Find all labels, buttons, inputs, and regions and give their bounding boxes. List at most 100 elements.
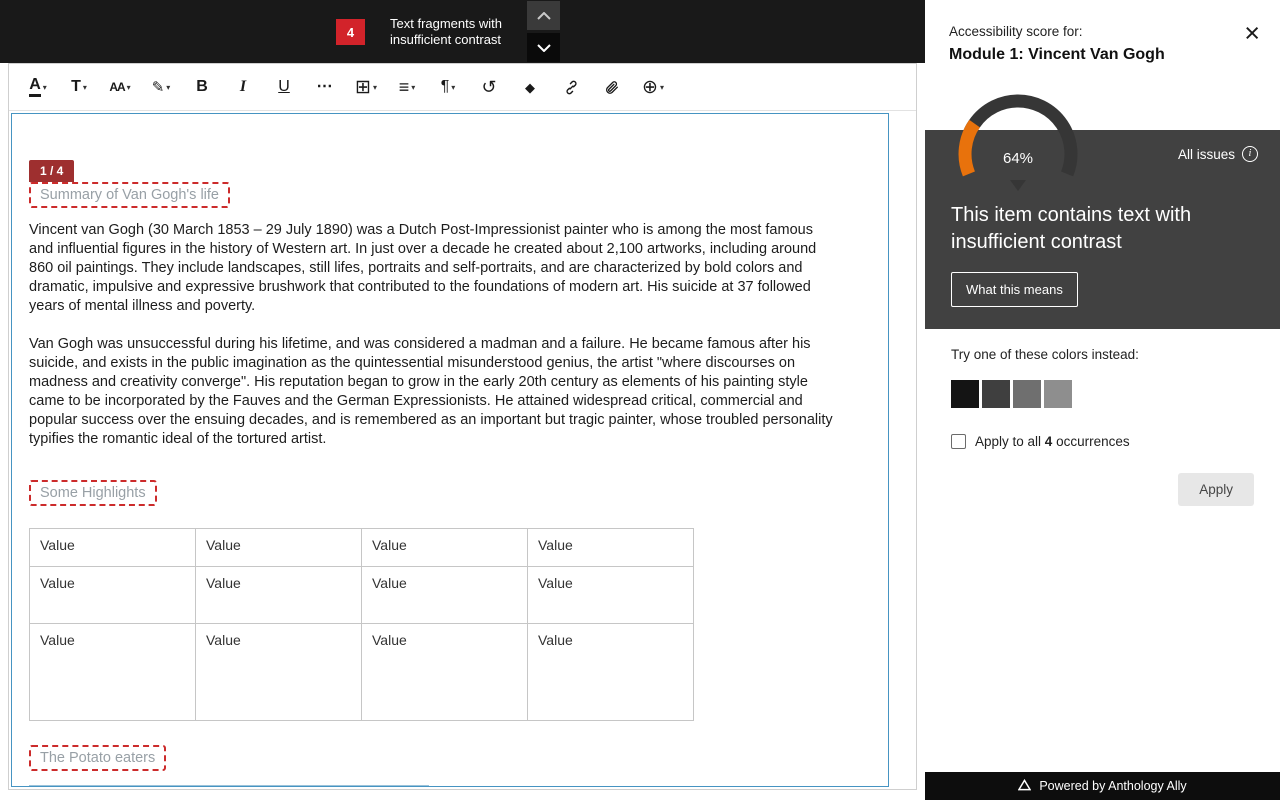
eraser-button[interactable]: ◆ — [511, 69, 549, 105]
color-swatch[interactable] — [982, 380, 1010, 408]
link-icon — [563, 79, 580, 96]
table-cell[interactable]: Value — [196, 624, 362, 721]
align-icon: ≡ — [399, 78, 410, 96]
caret-down-icon: ▾ — [43, 83, 47, 92]
underline-icon: U — [278, 79, 290, 95]
table-row: ValueValueValueValue — [30, 567, 694, 624]
module-title: Module 1: Vincent Van Gogh — [949, 46, 1256, 64]
previous-issue-button[interactable] — [527, 1, 560, 30]
color-swatches — [951, 380, 1254, 408]
table-row: ValueValueValueValue — [30, 529, 694, 567]
color-swatch[interactable] — [1013, 380, 1041, 408]
caret-down-icon: ▾ — [166, 83, 170, 92]
font-color-icon: A — [29, 77, 41, 97]
table-cell[interactable]: Value — [528, 567, 694, 624]
table-cell[interactable]: Value — [528, 529, 694, 567]
paragraph-button[interactable]: ¶▾ — [429, 69, 467, 105]
issue-count-badge: 4 — [336, 19, 365, 45]
highlight-button[interactable]: ✎▾ — [142, 69, 180, 105]
caret-down-icon: ▾ — [660, 83, 664, 92]
font-size-button[interactable]: AA▾ — [101, 69, 139, 105]
footer-label: Powered by Anthology Ally — [1039, 779, 1186, 793]
anthology-logo-icon — [1018, 779, 1031, 794]
apply-all-label: Apply to all 4 occurrences — [975, 434, 1130, 449]
table-cell[interactable]: Value — [30, 567, 196, 624]
font-color-button[interactable]: A▾ — [19, 69, 57, 105]
underline-button[interactable]: U — [265, 69, 303, 105]
editor-toolbar: A▾T▾AA▾✎▾BIU⋯⊞▾≡▾¶▾↺◆⊕▾ — [9, 64, 916, 111]
issue-label-line2: insufficient contrast — [390, 32, 501, 47]
caret-down-icon: ▾ — [373, 83, 377, 92]
table-cell[interactable]: Value — [30, 529, 196, 567]
apply-all-checkbox[interactable] — [951, 434, 966, 449]
score-value: 64% — [1003, 150, 1033, 167]
flagged-heading-highlights[interactable]: Some Highlights — [29, 480, 157, 506]
ally-panel: × Accessibility score for: Module 1: Vin… — [925, 0, 1280, 800]
eraser-icon: ◆ — [525, 81, 535, 94]
caret-down-icon: ▾ — [451, 83, 455, 92]
attachment-icon — [604, 79, 620, 96]
table-row: ValueValueValueValue — [30, 624, 694, 721]
all-issues-link[interactable]: All issues i — [1178, 146, 1258, 162]
text-style-button[interactable]: T▾ — [60, 69, 98, 105]
italic-button[interactable]: I — [224, 69, 262, 105]
more-options-button[interactable]: ⋯ — [306, 69, 344, 105]
heading-row-summary: Summary of Van Gogh's life — [29, 182, 833, 208]
accessibility-score-gauge: 64% — [958, 92, 1078, 202]
issue-summary-section: 64% All issues i This item contains text… — [925, 130, 1280, 329]
font-size-icon: AA — [109, 81, 124, 93]
flagged-heading-summary[interactable]: Summary of Van Gogh's life — [29, 182, 230, 208]
caret-down-icon: ▾ — [127, 83, 131, 92]
table-cell[interactable]: Value — [362, 529, 528, 567]
all-issues-label: All issues — [1178, 147, 1235, 162]
bold-button[interactable]: B — [183, 69, 221, 105]
highlight-icon: ✎ — [152, 80, 165, 95]
color-swatch[interactable] — [951, 380, 979, 408]
heading-row-potato: The Potato eaters — [29, 745, 833, 771]
issue-navigation-bar: 4 Text fragments with insufficient contr… — [0, 0, 925, 63]
info-icon: i — [1242, 146, 1258, 162]
content-table: ValueValueValueValueValueValueValueValue… — [29, 528, 694, 721]
table-cell[interactable]: Value — [196, 567, 362, 624]
table-icon: ⊞ — [355, 78, 371, 97]
align-button[interactable]: ≡▾ — [388, 69, 426, 105]
close-icon[interactable]: × — [1244, 20, 1260, 47]
table-cell[interactable]: Value — [362, 567, 528, 624]
paragraph-van-gogh-legacy: Van Gogh was unsuccessful during his lif… — [29, 335, 833, 449]
issue-nav-buttons — [527, 1, 560, 62]
undo-button[interactable]: ↺ — [470, 69, 508, 105]
italic-icon: I — [240, 79, 246, 95]
issue-description: This item contains text with insufficien… — [951, 202, 1231, 256]
page: 4 Text fragments with insufficient contr… — [0, 0, 1280, 800]
insert-button[interactable]: ⊕▾ — [634, 69, 672, 105]
paragraph-icon: ¶ — [441, 79, 450, 95]
potato-eaters-image[interactable] — [29, 785, 429, 787]
editor-content-area[interactable]: 1 / 4 Summary of Van Gogh's life Vincent… — [11, 113, 889, 787]
attachment-button[interactable] — [593, 69, 631, 105]
table-cell[interactable]: Value — [528, 624, 694, 721]
table-cell[interactable]: Value — [196, 529, 362, 567]
caret-down-icon: ▾ — [83, 83, 87, 92]
issue-label-line1: Text fragments with — [390, 16, 502, 31]
apply-all-row: Apply to all 4 occurrences — [951, 434, 1254, 449]
flagged-heading-potato[interactable]: The Potato eaters — [29, 745, 166, 771]
color-swatch[interactable] — [1044, 380, 1072, 408]
caret-down-icon: ▾ — [411, 83, 415, 92]
try-colors-label: Try one of these colors instead: — [951, 347, 1254, 362]
bold-icon: B — [196, 79, 208, 95]
score-for-label: Accessibility score for: — [949, 24, 1256, 39]
link-button[interactable] — [552, 69, 590, 105]
undo-icon: ↺ — [481, 78, 496, 96]
issue-badge-row: 1 / 4 — [29, 160, 833, 182]
text-style-icon: T — [71, 79, 81, 95]
next-issue-button[interactable] — [527, 33, 560, 62]
content-table-body: ValueValueValueValueValueValueValueValue… — [30, 529, 694, 721]
table-cell[interactable]: Value — [362, 624, 528, 721]
more-options-icon: ⋯ — [317, 79, 334, 95]
table-button[interactable]: ⊞▾ — [347, 69, 385, 105]
apply-button[interactable]: Apply — [1178, 473, 1254, 506]
what-this-means-button[interactable]: What this means — [951, 272, 1078, 307]
issue-position-badge: 1 / 4 — [29, 160, 74, 182]
fix-controls-section: Try one of these colors instead: Apply t… — [925, 329, 1280, 524]
table-cell[interactable]: Value — [30, 624, 196, 721]
